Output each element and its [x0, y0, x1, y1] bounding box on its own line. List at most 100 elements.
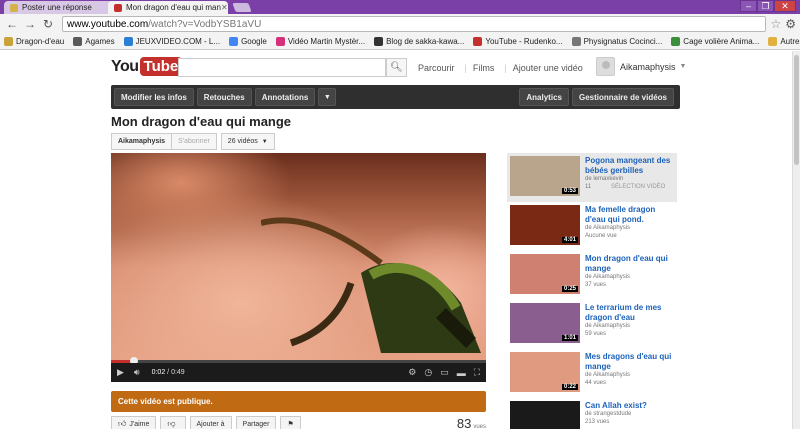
player-controls: ▶ 🔊︎ 0:02 / 0:49 ⚙ ◷ ▭ ▬ ⛶ [111, 363, 486, 382]
bookmark-cage-voliere[interactable]: Cage volière Anima... [671, 37, 759, 46]
play-icon[interactable]: ▶ [117, 367, 124, 378]
video-frame[interactable] [111, 153, 486, 363]
bookmark-icon [275, 37, 285, 46]
minimize-button[interactable]: – [740, 0, 757, 12]
settings-gear-icon[interactable]: ⚙ [408, 367, 416, 378]
view-count-number: 83 [456, 416, 472, 429]
maximize-button[interactable]: ❐ [757, 0, 774, 12]
bookmark-google[interactable]: Google [229, 37, 267, 46]
bookmark-icon [671, 37, 681, 46]
bookmark-label: Google [241, 37, 267, 46]
large-player-icon[interactable]: ▬ [457, 368, 466, 378]
more-options-button[interactable]: ▼ [318, 88, 337, 106]
reload-button[interactable]: ↻ [40, 16, 56, 32]
back-button[interactable]: ← [4, 16, 20, 32]
bookmark-physignatus[interactable]: Physignatus Cocinci... [571, 37, 663, 46]
share-button[interactable]: Partager [235, 416, 277, 429]
address-bar[interactable]: www.youtube.com/watch?v=VodbYSB1aVU [62, 16, 767, 32]
related-video-title[interactable]: Le terrarium de mes dragon d'eau [585, 303, 677, 323]
tab-poster-reponse[interactable]: Poster une réponse ✕ [4, 1, 124, 14]
small-player-icon[interactable]: ▭ [440, 367, 449, 378]
link-upload[interactable]: Ajouter une vidéo [513, 63, 583, 73]
video-title: Mon dragon d'eau qui mange [111, 114, 292, 129]
chevron-down-icon: ▼ [261, 138, 268, 145]
related-video-title[interactable]: Pogona mangeant des bébés gerbilles [585, 156, 677, 176]
dislike-button[interactable]: 👎︎ [160, 416, 186, 429]
edit-info-button[interactable]: Modifier les infos [114, 88, 194, 106]
related-video-views: 37 vues [585, 282, 607, 288]
fullscreen-icon[interactable]: ⛶ [474, 367, 480, 378]
search-button[interactable]: 🔍︎ [386, 58, 407, 77]
flag-icon: ⚑ [287, 421, 294, 428]
flag-button[interactable]: ⚑ [280, 416, 301, 429]
related-video-item[interactable]: 1:01 Le terrarium de mes dragon d'eau de A… [507, 300, 677, 349]
related-video-title[interactable]: Mes dragons d'eau qui mange [585, 352, 677, 372]
bookmark-agames[interactable]: Agames [73, 37, 115, 46]
bookmark-label: Physignatus Cocinci... [583, 37, 663, 46]
time-current: 0:02 [151, 369, 166, 376]
add-to-button[interactable]: Ajouter à [189, 416, 232, 429]
youtube-logo[interactable]: You Tube [111, 57, 183, 76]
player-right-controls: ⚙ ◷ ▭ ▬ ⛶ [400, 367, 480, 378]
annotations-button[interactable]: Annotations [254, 88, 316, 106]
related-video-author: de Aikamaphysis [585, 372, 631, 378]
bookmark-star-icon[interactable]: ☆ [770, 17, 781, 31]
video-player[interactable]: ▶ 🔊︎ 0:02 / 0:49 ⚙ ◷ ▭ ▬ ⛶ [111, 153, 486, 382]
tab-label: Poster une réponse [22, 3, 92, 12]
related-video-tag: SÉLECTION VIDÉO [611, 184, 666, 190]
channel-link[interactable]: Aikamaphysis [111, 133, 173, 150]
bookmark-label: Cage volière Anima... [683, 37, 760, 46]
related-video-item[interactable]: 0:22 Mes dragons d'eau qui mange de Aikama… [507, 349, 677, 398]
page-scrollbar[interactable] [792, 51, 800, 429]
wrench-icon[interactable]: ⚙ [785, 17, 796, 31]
clock-icon[interactable]: ◷ [424, 367, 432, 378]
related-video-item[interactable]: 4:01 Ma femelle dragon d'eau qui pond. de … [507, 202, 677, 251]
thumbs-down-icon: 👎︎ [167, 419, 176, 428]
related-video-item[interactable]: 0:53 Pogona mangeant des bébés gerbilles d… [507, 153, 677, 202]
search-input[interactable] [178, 58, 386, 77]
related-video-item[interactable]: 0:25 Mon dragon d'eau qui mange de Aikamap… [507, 251, 677, 300]
bookmark-jeuxvideo[interactable]: JEUXVIDEO.COM - L... [123, 37, 220, 46]
related-video-thumbnail[interactable]: 0:53 [510, 156, 580, 196]
bookmark-icon [4, 37, 13, 46]
related-video-thumbnail[interactable]: 0:22 [510, 352, 580, 392]
related-video-thumbnail[interactable]: 4:01 [510, 205, 580, 245]
bookmark-dragon-deau[interactable]: Dragon-d'eau [4, 37, 64, 46]
close-tab-icon[interactable]: ✕ [221, 3, 228, 12]
related-video-title[interactable]: Can Allah exist? [585, 401, 677, 411]
new-tab-button[interactable] [232, 3, 252, 12]
tab-youtube[interactable]: Mon dragon d'eau qui man ✕ [108, 1, 228, 14]
link-films[interactable]: Films [473, 63, 495, 73]
subscribe-button[interactable]: S'abonner [172, 133, 217, 150]
youtube-page: You Tube 🔍︎ Parcourir | Films | Ajouter u… [0, 51, 792, 429]
volume-icon[interactable]: 🔊︎ [134, 367, 140, 378]
related-video-thumbnail[interactable]: 1:01 [510, 303, 580, 343]
divider: | [464, 63, 467, 73]
video-duration: 1:01 [561, 335, 578, 341]
bookmark-blog-sakka[interactable]: Blog de sakka-kawa... [374, 37, 464, 46]
related-video-title[interactable]: Mon dragon d'eau qui mange [585, 254, 677, 274]
related-video-thumbnail[interactable]: 0:25 [510, 254, 580, 294]
video-count-dropdown[interactable]: 26 vidéos ▼ [220, 133, 275, 150]
thumbs-up-icon: 👍︎ [118, 419, 127, 428]
related-video-thumbnail[interactable] [510, 401, 580, 429]
related-video-item[interactable]: Can Allah exist? de strangestdude 213 vues [507, 398, 677, 429]
link-parcourir[interactable]: Parcourir [418, 63, 455, 73]
account-menu[interactable]: Aikamaphysis ▼ [596, 57, 686, 76]
video-duration: 0:25 [561, 286, 578, 292]
bookmark-video-martin[interactable]: Vidéo Martin Mystèr... [275, 37, 365, 46]
close-window-button[interactable]: ✕ [774, 0, 796, 12]
like-button[interactable]: 👍︎ J'aime [111, 416, 157, 429]
related-video-author: de strangestdude [585, 411, 632, 417]
scrollbar-thumb[interactable] [794, 55, 799, 165]
bookmark-icon [473, 37, 483, 46]
related-video-title[interactable]: Ma femelle dragon d'eau qui pond. [585, 205, 677, 225]
forward-button[interactable]: → [22, 16, 38, 32]
other-bookmarks[interactable]: Autres favoris [768, 37, 800, 46]
analytics-button[interactable]: Analytics [519, 88, 569, 106]
bookmark-label: Agames [85, 37, 115, 46]
video-manager-button[interactable]: Gestionnaire de vidéos [571, 88, 674, 106]
enhancements-button[interactable]: Retouches [196, 88, 252, 106]
video-duration: 0:53 [561, 188, 578, 194]
bookmark-youtube-rudenko[interactable]: YouTube - Rudenko... [473, 37, 563, 46]
